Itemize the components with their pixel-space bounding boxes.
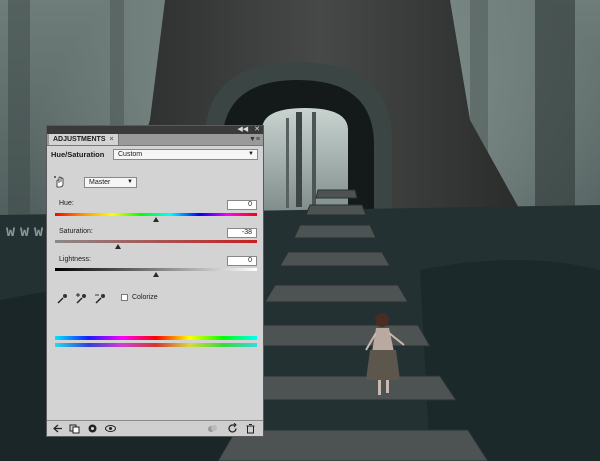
lightness-input[interactable]: 0 — [227, 256, 257, 266]
hue-slider-thumb[interactable] — [153, 217, 159, 222]
view-previous-icon[interactable] — [105, 423, 116, 434]
eyedropper-minus-icon[interactable] — [94, 293, 106, 305]
collapse-icon[interactable]: ◀◀ — [237, 126, 248, 134]
delete-icon[interactable] — [245, 423, 256, 434]
visibility-toggle-icon[interactable] — [87, 423, 98, 434]
panel-tabbar: ADJUSTMENTS × ▼≡ — [47, 134, 263, 146]
eyedropper-icon[interactable] — [56, 293, 68, 305]
output-spectrum-bar — [55, 343, 257, 347]
colorize-option[interactable]: Colorize — [121, 294, 158, 301]
saturation-input[interactable]: -38 — [227, 228, 257, 238]
lightness-label: Lightness: — [59, 256, 91, 263]
close-icon[interactable]: ✕ — [254, 126, 260, 134]
colorize-checkbox[interactable] — [121, 294, 128, 301]
adjustments-panel: ◀◀ ✕ ADJUSTMENTS × ▼≡ Hue/Saturation Cust… — [46, 125, 264, 437]
tab-adjustments[interactable]: ADJUSTMENTS × — [49, 134, 119, 145]
tab-label: ADJUSTMENTS — [53, 136, 106, 143]
chevron-down-icon: ▼ — [127, 179, 133, 185]
preset-value: Custom — [118, 151, 143, 158]
adjustment-title: Hue/Saturation — [51, 150, 105, 159]
channel-dropdown[interactable]: Master ▼ — [84, 177, 137, 188]
saturation-slider-track[interactable] — [55, 240, 257, 243]
refresh-icon[interactable] — [227, 423, 238, 434]
eyedropper-plus-icon[interactable] — [75, 293, 87, 305]
saturation-slider-thumb[interactable] — [114, 244, 121, 249]
channel-value: Master — [89, 179, 111, 186]
tab-close-icon[interactable]: × — [110, 136, 114, 143]
input-spectrum-bar — [55, 336, 257, 340]
colorize-label: Colorize — [132, 294, 158, 301]
hand-adjust-icon[interactable] — [54, 176, 66, 188]
panel-titlebar: ◀◀ ✕ — [47, 126, 263, 134]
panel-menu-icon[interactable]: ▼≡ — [249, 134, 260, 145]
lightness-slider-track[interactable] — [55, 268, 257, 271]
clip-layer-icon[interactable] — [69, 423, 80, 434]
saturation-label: Saturation: — [59, 228, 93, 235]
lightness-slider-thumb[interactable] — [153, 272, 159, 277]
hue-input[interactable]: 0 — [227, 200, 257, 210]
hue-slider-track[interactable] — [55, 213, 257, 216]
preset-dropdown[interactable]: Custom ▼ — [113, 149, 258, 160]
preset-row: Hue/Saturation Custom ▼ — [47, 146, 263, 164]
reset-icon[interactable] — [207, 423, 218, 434]
panel-bottom-toolbar — [47, 420, 263, 436]
back-icon[interactable] — [52, 423, 63, 434]
hue-label: Hue: — [59, 200, 74, 207]
chevron-down-icon: ▼ — [248, 151, 254, 157]
